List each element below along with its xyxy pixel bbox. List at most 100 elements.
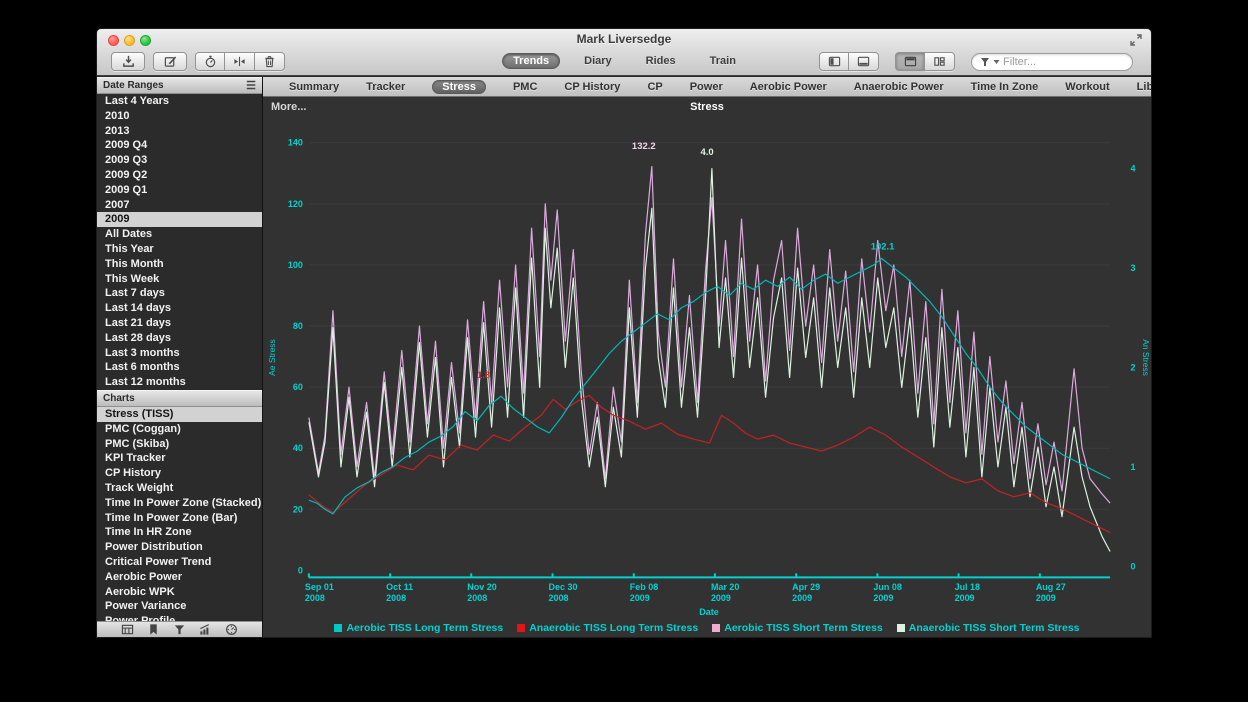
daterange-last-4-years[interactable]: Last 4 Years [97, 94, 262, 109]
daterange-2009-q3[interactable]: 2009 Q3 [97, 153, 262, 168]
chart-aerobic-wpk[interactable]: Aerobic WPK [97, 585, 262, 600]
right-axis-tick: 2 [1131, 362, 1136, 372]
legend-label: Anaerobic TISS Long Term Stress [529, 622, 698, 634]
layout-single-button[interactable] [895, 52, 925, 71]
bookmark-icon[interactable] [147, 623, 160, 636]
view-switcher: Trends Diary Rides Train [502, 53, 746, 69]
chart-power-distribution[interactable]: Power Distribution [97, 540, 262, 555]
x-axis-tick-label: Aug 272009 [1036, 582, 1066, 603]
date-range-list: Last 4 Years201020132009 Q42009 Q32009 Q… [97, 94, 262, 390]
chart-power-variance[interactable]: Power Variance [97, 599, 262, 614]
chart-time-in-power-zone-stacked-[interactable]: Time In Power Zone (Stacked) [97, 496, 262, 511]
filter-icon[interactable] [173, 623, 186, 636]
legend-label: Anaerobic TISS Short Term Stress [909, 622, 1080, 634]
panel-bottom-icon [857, 55, 870, 68]
right-axis-label: An Stress [1141, 339, 1151, 376]
left-axis-tick: 20 [293, 504, 303, 514]
left-axis-tick: 100 [288, 260, 303, 270]
layout-tiled-icon [933, 55, 946, 68]
summary-view-icon[interactable] [121, 623, 134, 636]
chart-cp-history[interactable]: CP History [97, 466, 262, 481]
view-trends[interactable]: Trends [502, 53, 560, 69]
daterange-last-21-days[interactable]: Last 21 days [97, 316, 262, 331]
chart-critical-power-trend[interactable]: Critical Power Trend [97, 555, 262, 570]
titlebar[interactable]: Mark Liversedge [97, 29, 1151, 50]
close-window-button[interactable] [108, 35, 119, 46]
chart-pmc-coggan-[interactable]: PMC (Coggan) [97, 422, 262, 437]
right-axis-tick: 0 [1131, 561, 1136, 571]
delete-button[interactable] [255, 52, 285, 71]
tab-cp[interactable]: CP [647, 81, 662, 93]
chart-stress-tiss-[interactable]: Stress (TISS) [97, 407, 262, 422]
filter-field[interactable] [971, 53, 1133, 71]
tab-cp-history[interactable]: CP History [564, 81, 620, 93]
daterange-this-year[interactable]: This Year [97, 242, 262, 257]
interval-button[interactable] [195, 52, 225, 71]
toggle-bottombar-button[interactable] [849, 52, 879, 71]
daterange-2007[interactable]: 2007 [97, 198, 262, 213]
daterange-last-28-days[interactable]: Last 28 days [97, 331, 262, 346]
chart-area: More... Stress 020406080100120140Ae Stre… [263, 97, 1151, 637]
view-train[interactable]: Train [700, 54, 746, 68]
tab-summary[interactable]: Summary [289, 81, 339, 93]
daterange-this-month[interactable]: This Month [97, 257, 262, 272]
chart-time-in-hr-zone[interactable]: Time In HR Zone [97, 525, 262, 540]
x-axis-tick-label: Sep 012008 [305, 582, 334, 603]
x-axis-tick-label: Jul 182009 [955, 582, 980, 603]
gauge-icon[interactable] [225, 623, 238, 636]
daterange-this-week[interactable]: This Week [97, 272, 262, 287]
chart-track-weight[interactable]: Track Weight [97, 481, 262, 496]
edit-button[interactable] [153, 52, 187, 71]
sidebar: Date Ranges ☰ Last 4 Years201020132009 Q… [97, 77, 263, 637]
daterange-last-7-days[interactable]: Last 7 days [97, 286, 262, 301]
tab-library[interactable]: Library [1137, 81, 1152, 93]
daterange-2009-q1[interactable]: 2009 Q1 [97, 183, 262, 198]
chart-bars-icon[interactable] [199, 623, 212, 636]
tab-power[interactable]: Power [690, 81, 723, 93]
daterange-2013[interactable]: 2013 [97, 124, 262, 139]
chart-kpi-tracker[interactable]: KPI Tracker [97, 451, 262, 466]
zoom-window-button[interactable] [140, 35, 151, 46]
chart-pmc-skiba-[interactable]: PMC (Skiba) [97, 437, 262, 452]
tab-workout[interactable]: Workout [1065, 81, 1109, 93]
tab-anaerobic-power[interactable]: Anaerobic Power [854, 81, 944, 93]
date-ranges-header: Date Ranges ☰ [97, 77, 262, 94]
chart-time-in-power-zone-bar-[interactable]: Time In Power Zone (Bar) [97, 511, 262, 526]
daterange-all-dates[interactable]: All Dates [97, 227, 262, 242]
view-diary[interactable]: Diary [574, 54, 622, 68]
window-header: Mark Liversedge [97, 29, 1151, 76]
tab-time-in-zone[interactable]: Time In Zone [971, 81, 1039, 93]
tab-aerobic-power[interactable]: Aerobic Power [750, 81, 827, 93]
split-arrows-icon [233, 55, 246, 68]
daterange-last-12-months[interactable]: Last 12 months [97, 375, 262, 390]
tab-pmc[interactable]: PMC [513, 81, 537, 93]
fullscreen-icon[interactable] [1129, 33, 1143, 47]
filter-input[interactable] [1003, 56, 1113, 68]
daterange-2009[interactable]: 2009 [97, 212, 262, 227]
daterange-last-3-months[interactable]: Last 3 months [97, 346, 262, 361]
left-axis-label: Ae Stress [267, 339, 277, 376]
trash-icon [263, 55, 276, 68]
series-aerobic-tiss-long-term-stress [309, 259, 1110, 514]
legend-label: Aerobic TISS Short Term Stress [724, 622, 883, 634]
minimize-window-button[interactable] [124, 35, 135, 46]
date-ranges-header-label: Date Ranges [103, 80, 164, 91]
legend-item-anaerobic-tiss-short-term-stress: Anaerobic TISS Short Term Stress [897, 622, 1080, 634]
tab-stress[interactable]: Stress [432, 80, 486, 94]
daterange-2009-q4[interactable]: 2009 Q4 [97, 138, 262, 153]
daterange-2009-q2[interactable]: 2009 Q2 [97, 168, 262, 183]
download-button[interactable] [111, 52, 145, 71]
left-axis-tick: 0 [298, 565, 303, 575]
window-title: Mark Liversedge [97, 29, 1151, 49]
daterange-last-14-days[interactable]: Last 14 days [97, 301, 262, 316]
daterange-last-6-months[interactable]: Last 6 months [97, 360, 262, 375]
date-ranges-menu-icon[interactable]: ☰ [246, 79, 256, 92]
tab-tracker[interactable]: Tracker [366, 81, 405, 93]
layout-tiled-button[interactable] [925, 52, 955, 71]
daterange-2010[interactable]: 2010 [97, 109, 262, 124]
toggle-sidebar-button[interactable] [819, 52, 849, 71]
split-button[interactable] [225, 52, 255, 71]
legend-item-aerobic-tiss-long-term-stress: Aerobic TISS Long Term Stress [334, 622, 503, 634]
view-rides[interactable]: Rides [636, 54, 686, 68]
chart-aerobic-power[interactable]: Aerobic Power [97, 570, 262, 585]
